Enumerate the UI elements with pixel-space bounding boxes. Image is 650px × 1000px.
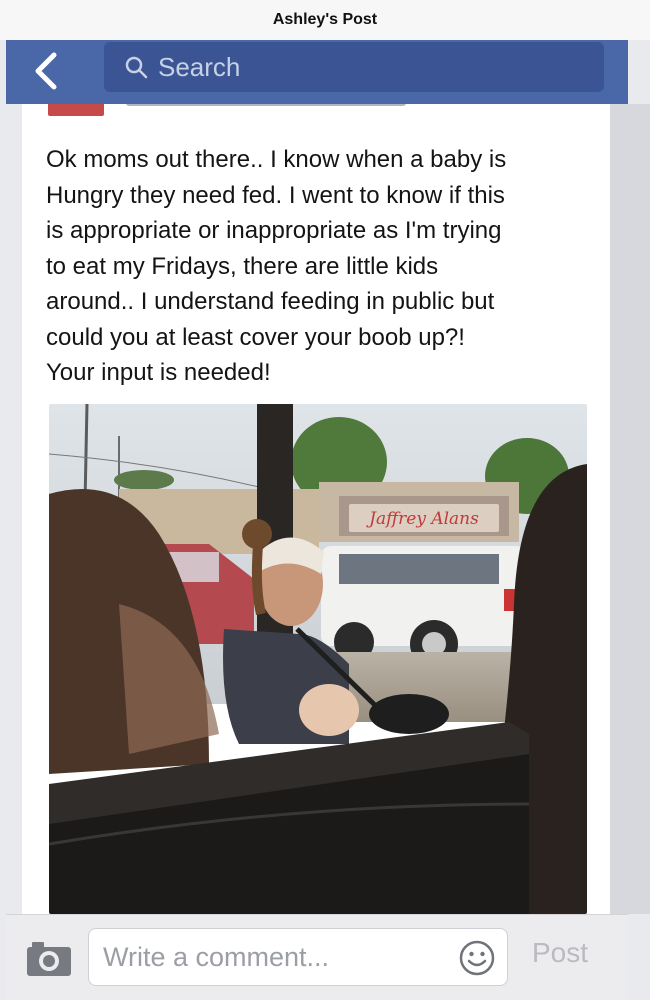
window-title-bar: Ashley's Post: [0, 0, 650, 40]
avatar[interactable]: [48, 104, 104, 116]
nav-bar: Search: [6, 40, 628, 104]
post-text-line: around.. I understand feeding in public …: [46, 288, 495, 315]
camera-button[interactable]: [26, 941, 72, 977]
right-gutter: [608, 104, 650, 914]
chevron-left-icon: [35, 52, 57, 90]
comment-input[interactable]: Write a comment...: [88, 928, 508, 986]
post-text-line: Hungry they need fed. I went to know if …: [46, 181, 505, 209]
post-photo[interactable]: Jaffrey Alans: [49, 404, 587, 914]
search-placeholder: Search: [158, 51, 241, 82]
smiley-icon[interactable]: [459, 940, 495, 976]
post-header-cropped: [22, 104, 610, 118]
app-screen: Ashley's Post Search Ok moms out there..…: [0, 0, 650, 1000]
post-text-line: Ok moms out there.. I know when a baby i…: [46, 146, 507, 173]
post-text-line: to eat my Fridays, there are little kids: [46, 252, 439, 280]
photo-illustration: Jaffrey Alans: [49, 404, 587, 914]
comment-placeholder: Write a comment...: [103, 941, 330, 972]
post-text-line: is appropriate or inappropriate as I'm t…: [46, 217, 502, 244]
post-meta-cropped: [126, 104, 406, 106]
post-text-line: Your input is needed!: [46, 359, 271, 386]
post-text-line: could you at least cover your boob up?!: [46, 323, 465, 351]
search-icon: [125, 56, 148, 79]
store-sign-text: Jaffrey Alans: [366, 509, 479, 529]
search-input[interactable]: Search: [104, 42, 604, 92]
post-button[interactable]: Post: [532, 937, 588, 969]
camera-icon: [27, 942, 71, 976]
comment-composer: Write a comment... Post: [6, 914, 628, 1000]
back-button[interactable]: [24, 48, 70, 94]
post-card: Ok moms out there.. I know when a baby i…: [22, 104, 610, 914]
window-title: Ashley's Post: [272, 11, 378, 28]
post-text: Ok moms out there.. I know when a baby i…: [46, 142, 602, 391]
